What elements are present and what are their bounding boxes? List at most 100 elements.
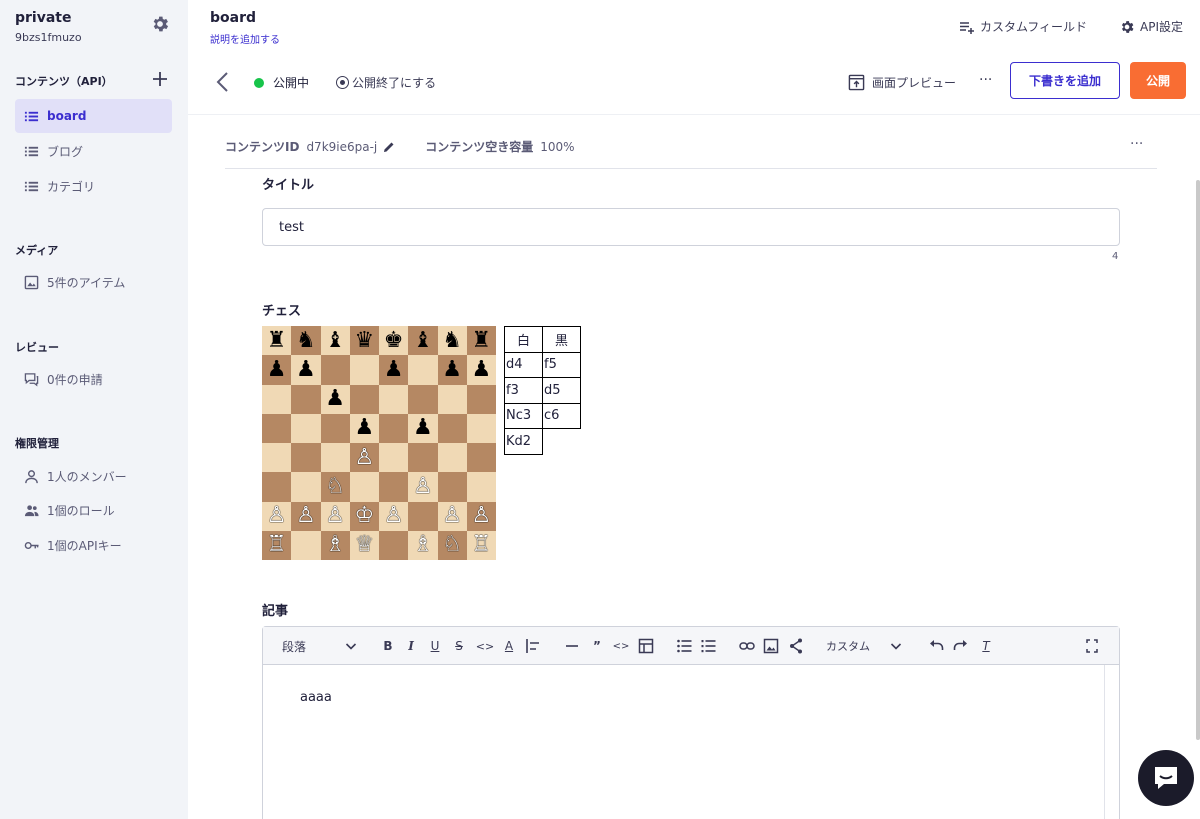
chess-square[interactable] <box>466 413 496 443</box>
chess-square[interactable] <box>262 443 292 473</box>
chat-support-button[interactable] <box>1138 750 1194 806</box>
chess-piece[interactable]: ♙ <box>437 501 467 531</box>
custom-field-link[interactable]: カスタムフィールド <box>959 18 1087 35</box>
chess-piece[interactable]: ♟ <box>262 355 292 385</box>
text-color-icon[interactable]: A <box>502 636 516 656</box>
editor-scrollbar[interactable] <box>1104 665 1105 819</box>
image-icon[interactable] <box>763 636 779 656</box>
chess-square[interactable] <box>408 384 438 414</box>
chess-piece[interactable]: ♙ <box>262 501 292 531</box>
sidebar-item-review[interactable]: 0件の申請 <box>15 362 172 396</box>
add-draft-button[interactable]: 下書きを追加 <box>1010 62 1120 99</box>
custom-select[interactable]: カスタム <box>826 636 902 656</box>
chess-piece[interactable]: ♝ <box>408 326 438 356</box>
chess-piece[interactable]: ♚ <box>379 326 409 356</box>
more-menu-button[interactable]: ··· <box>979 72 992 88</box>
chess-square[interactable] <box>320 355 350 385</box>
chess-square[interactable] <box>379 443 409 473</box>
chess-piece[interactable]: ♟ <box>437 355 467 385</box>
bulleted-list-icon[interactable] <box>676 636 692 656</box>
chess-square[interactable] <box>466 384 496 414</box>
clear-format-icon[interactable]: T <box>978 636 994 656</box>
sidebar-item-category[interactable]: カテゴリ <box>15 169 172 203</box>
chess-piece[interactable]: ♙ <box>291 501 321 531</box>
chess-square[interactable] <box>262 472 292 502</box>
chess-piece[interactable]: ♞ <box>437 326 467 356</box>
chess-square[interactable] <box>320 413 350 443</box>
chess-piece[interactable]: ♙ <box>320 501 350 531</box>
link-icon[interactable] <box>739 636 755 656</box>
paragraph-select[interactable]: 段落 <box>282 636 357 656</box>
bold-icon[interactable]: B <box>381 636 395 656</box>
chess-square[interactable] <box>291 530 321 560</box>
code-icon[interactable]: <> <box>476 636 494 656</box>
sidebar-item-media[interactable]: 5件のアイテム <box>15 265 172 299</box>
chess-piece[interactable]: ♙ <box>349 443 379 473</box>
chess-piece[interactable]: ♟ <box>320 384 350 414</box>
chess-piece[interactable]: ♝ <box>320 326 350 356</box>
chess-piece[interactable]: ♙ <box>408 472 438 502</box>
chess-piece[interactable]: ♖ <box>466 530 496 560</box>
chess-piece[interactable]: ♜ <box>466 326 496 356</box>
chess-piece[interactable]: ♙ <box>379 501 409 531</box>
chess-square[interactable] <box>379 472 409 502</box>
chess-square[interactable] <box>291 443 321 473</box>
chess-square[interactable] <box>379 384 409 414</box>
chess-piece[interactable]: ♘ <box>437 530 467 560</box>
chess-piece[interactable]: ♖ <box>262 530 292 560</box>
redo-icon[interactable] <box>953 636 969 656</box>
chess-square[interactable] <box>349 472 379 502</box>
italic-icon[interactable]: I <box>404 636 418 656</box>
preview-button[interactable]: 画面プレビュー <box>848 74 956 91</box>
chess-piece[interactable]: ♙ <box>466 501 496 531</box>
api-settings-link[interactable]: API設定 <box>1119 18 1183 35</box>
quote-icon[interactable]: ” <box>590 636 604 656</box>
sidebar-item-members[interactable]: 1人のメンバー <box>15 459 172 493</box>
chess-square[interactable] <box>437 443 467 473</box>
meta-more-button[interactable]: ··· <box>1130 136 1143 152</box>
fullscreen-icon[interactable] <box>1085 636 1099 656</box>
chess-square[interactable] <box>466 443 496 473</box>
chess-piece[interactable]: ♛ <box>349 326 379 356</box>
title-input[interactable] <box>262 208 1120 246</box>
chess-square[interactable] <box>349 384 379 414</box>
chess-square[interactable] <box>466 472 496 502</box>
chess-piece[interactable]: ♕ <box>349 530 379 560</box>
horizontal-rule-icon[interactable] <box>565 636 579 656</box>
chess-square[interactable] <box>408 501 438 531</box>
chess-square[interactable] <box>291 384 321 414</box>
chess-piece[interactable]: ♟ <box>349 413 379 443</box>
table-icon[interactable] <box>638 636 654 656</box>
chess-square[interactable] <box>408 355 438 385</box>
chess-square[interactable] <box>262 413 292 443</box>
pencil-icon[interactable] <box>382 140 396 154</box>
chess-square[interactable] <box>379 530 409 560</box>
chess-piece[interactable]: ♞ <box>291 326 321 356</box>
chess-square[interactable] <box>262 384 292 414</box>
editor-body-text[interactable]: aaaa <box>300 690 332 705</box>
sidebar-item-api-keys[interactable]: 1個のAPIキー <box>15 528 172 562</box>
chess-piece[interactable]: ♜ <box>262 326 292 356</box>
chess-square[interactable] <box>437 413 467 443</box>
numbered-list-icon[interactable] <box>700 636 716 656</box>
chess-square[interactable] <box>291 413 321 443</box>
strikethrough-icon[interactable]: S <box>452 636 466 656</box>
chess-square[interactable] <box>379 413 409 443</box>
chess-square[interactable] <box>291 472 321 502</box>
chess-square[interactable] <box>437 384 467 414</box>
page-scrollbar[interactable] <box>1196 180 1200 740</box>
chess-piece[interactable]: ♔ <box>349 501 379 531</box>
chess-piece[interactable]: ♗ <box>320 530 350 560</box>
chess-square[interactable] <box>437 472 467 502</box>
undo-icon[interactable] <box>928 636 944 656</box>
chess-square[interactable] <box>349 355 379 385</box>
underline-icon[interactable]: U <box>428 636 442 656</box>
chess-square[interactable] <box>408 443 438 473</box>
publish-button[interactable]: 公開 <box>1130 62 1186 99</box>
chess-piece[interactable]: ♟ <box>466 355 496 385</box>
chess-piece[interactable]: ♗ <box>408 530 438 560</box>
chess-piece[interactable]: ♟ <box>291 355 321 385</box>
chevron-left-icon[interactable] <box>213 71 233 93</box>
unpublish-button[interactable]: 公開終了にする <box>336 74 436 91</box>
add-api-icon[interactable] <box>151 70 169 88</box>
